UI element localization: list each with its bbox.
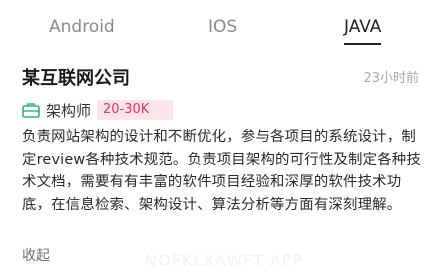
posted-time: 23小时前: [363, 71, 419, 86]
company-name: 某互联网公司: [22, 68, 130, 89]
role-row: 架构师 20-30K: [22, 99, 174, 121]
tab-bar: Android IOS JAVA: [0, 0, 443, 48]
tab-android[interactable]: Android: [49, 17, 115, 37]
watermark: NOFKLXAWFT APP: [145, 251, 304, 270]
job-role: 架构师: [46, 101, 92, 120]
job-description: 负责网站架构的设计和不断优化，参与各项目的系统设计，制定review各种技术规范…: [22, 129, 421, 213]
active-tab-indicator: [344, 43, 381, 45]
salary-badge: 20-30K: [97, 100, 174, 120]
tab-ios[interactable]: IOS: [208, 17, 237, 37]
collapse-button[interactable]: 收起: [22, 245, 50, 265]
briefcase-icon: [22, 103, 40, 118]
tab-java[interactable]: JAVA: [344, 17, 381, 37]
